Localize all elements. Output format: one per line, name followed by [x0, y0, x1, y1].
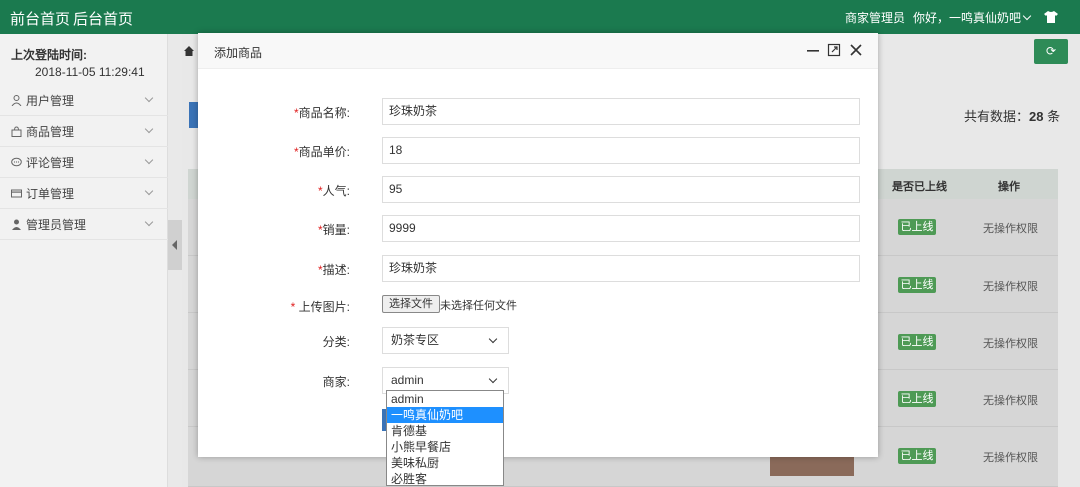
file-status: 未选择任何文件: [440, 300, 517, 312]
sidebar-item-label: 用户管理: [26, 93, 75, 108]
choose-file-button[interactable]: 选择文件: [382, 295, 440, 313]
action-text: 无操作权限: [983, 281, 1038, 293]
maximize-icon[interactable]: [827, 43, 841, 57]
product-name-input[interactable]: 珍珠奶茶: [382, 98, 860, 125]
last-login-time: 2018-11-05 11:29:41: [35, 65, 145, 79]
sidebar-menu: 用户管理 商品管理 评论管理 订单管理 管理员管理: [0, 85, 168, 240]
sidebar-item-products[interactable]: 商品管理: [0, 116, 168, 147]
sidebar-item-users[interactable]: 用户管理: [0, 85, 168, 116]
top-navbar: 前台首页 后台首页 商家管理员 你好，一鸣真仙奶吧: [0, 0, 1080, 34]
action-text: 无操作权限: [983, 338, 1038, 350]
front-home-link[interactable]: 前台首页: [10, 8, 70, 29]
merchant-option[interactable]: 小熊早餐店: [387, 439, 503, 455]
popularity-label: *人气:: [317, 184, 350, 198]
user-icon: [11, 94, 22, 106]
product-price-label: *商品单价:: [293, 145, 350, 159]
action-text: 无操作权限: [983, 452, 1038, 464]
modal-header: 添加商品: [198, 33, 878, 69]
column-header-action: 操作: [998, 181, 1020, 193]
refresh-button[interactable]: ⟳: [1034, 39, 1068, 64]
sidebar-item-label: 管理员管理: [26, 217, 87, 232]
description-input[interactable]: 珍珠奶茶: [382, 255, 860, 282]
chevron-down-icon: [488, 334, 498, 344]
category-select[interactable]: 奶茶专区: [382, 327, 509, 354]
merchant-selected-value: admin: [391, 373, 424, 387]
action-text: 无操作权限: [983, 223, 1038, 235]
modal-title: 添加商品: [214, 46, 263, 60]
user-icon: [12, 219, 21, 230]
sales-input[interactable]: 9999: [382, 215, 860, 242]
total-count: 共有数据：28 条: [964, 109, 1061, 124]
sidebar-item-label: 商品管理: [26, 124, 75, 139]
chevron-down-icon[interactable]: [1022, 11, 1032, 20]
chevron-down-icon: [144, 186, 154, 196]
status-badge: 已上线: [898, 277, 936, 293]
merchant-option[interactable]: 必胜客: [387, 471, 503, 487]
category-label: 分类:: [322, 335, 350, 349]
merchant-dropdown-list: admin 一鸣真仙奶吧 肯德基 小熊早餐店 美味私厨 必胜客: [386, 390, 504, 486]
merchant-label: 商家:: [322, 375, 350, 389]
sidebar-collapse-toggle[interactable]: [168, 220, 182, 270]
chevron-down-icon: [144, 93, 154, 103]
sidebar: 上次登陆时间: 2018-11-05 11:29:41 用户管理 商品管理 评论…: [0, 34, 168, 487]
sidebar-item-orders[interactable]: 订单管理: [0, 178, 168, 209]
product-name-label: *商品名称:: [293, 106, 350, 120]
product-price-input[interactable]: 18: [382, 137, 860, 164]
add-product-modal: 添加商品 *商品名称: 珍珠奶茶 *商品单价: 18 *人气: 95 *销量: …: [198, 33, 878, 457]
card-icon: [11, 189, 22, 197]
action-text: 无操作权限: [983, 395, 1038, 407]
status-badge: 已上线: [898, 219, 936, 235]
comment-icon: [11, 157, 22, 166]
user-role: 商家管理员: [844, 10, 905, 25]
minimize-icon[interactable]: [806, 43, 820, 57]
description-label: *描述:: [317, 263, 350, 277]
chevron-down-icon: [144, 124, 154, 134]
status-badge: 已上线: [898, 391, 936, 407]
merchant-option[interactable]: 肯德基: [387, 423, 503, 439]
merchant-option[interactable]: admin: [387, 391, 503, 407]
bag-icon: [11, 125, 22, 137]
chevron-down-icon: [488, 374, 498, 384]
user-greeting[interactable]: 你好，一鸣真仙奶吧: [913, 9, 1021, 26]
column-header-online: 是否已上线: [892, 181, 947, 193]
popularity-input[interactable]: 95: [382, 176, 860, 203]
merchant-option[interactable]: 美味私厨: [387, 455, 503, 471]
home-icon: [184, 46, 194, 56]
merchant-option-highlighted[interactable]: 一鸣真仙奶吧: [387, 407, 503, 423]
upload-image-label: * 上传图片:: [290, 300, 350, 314]
sales-label: *销量:: [317, 223, 350, 237]
back-home-link[interactable]: 后台首页: [73, 8, 133, 29]
category-selected-value: 奶茶专区: [391, 333, 440, 347]
close-icon[interactable]: [849, 43, 863, 57]
chevron-down-icon: [144, 217, 154, 227]
sidebar-item-label: 评论管理: [26, 155, 75, 170]
status-badge: 已上线: [898, 334, 936, 350]
last-login-label: 上次登陆时间:: [11, 48, 87, 62]
sidebar-item-admins[interactable]: 管理员管理: [0, 209, 168, 240]
status-badge: 已上线: [898, 448, 936, 464]
chevron-down-icon: [144, 155, 154, 165]
shirt-icon[interactable]: [1044, 11, 1058, 23]
sidebar-item-comments[interactable]: 评论管理: [0, 147, 168, 178]
sidebar-item-label: 订单管理: [26, 186, 75, 201]
